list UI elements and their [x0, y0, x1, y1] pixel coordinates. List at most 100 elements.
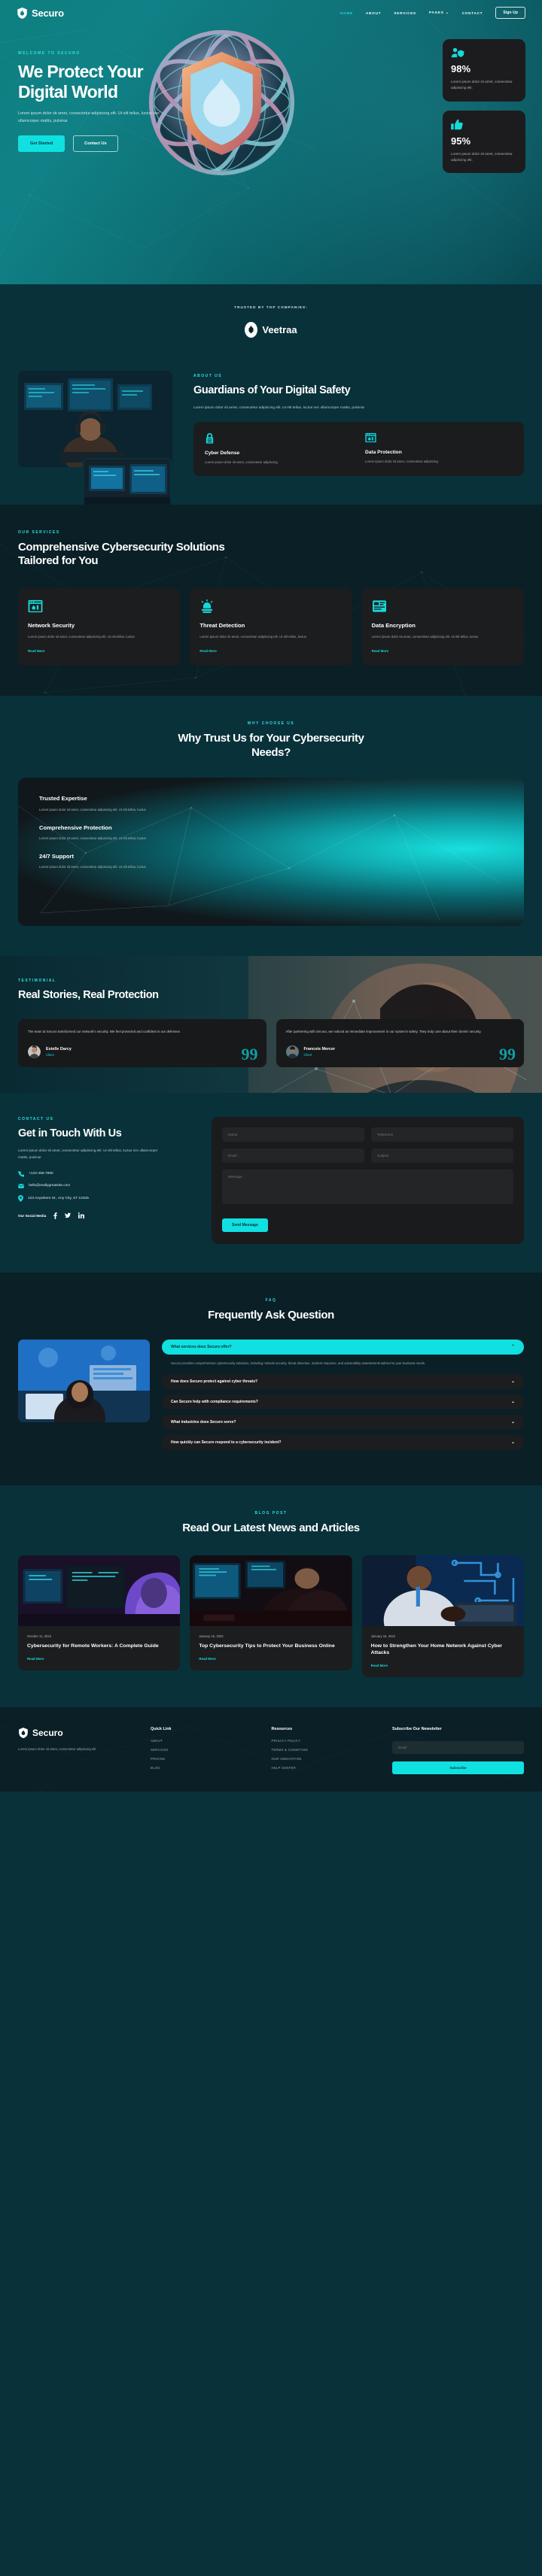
- read-more-link[interactable]: Read More: [372, 649, 514, 653]
- faq-question[interactable]: How quickly can Securo respond to a cybe…: [162, 1435, 524, 1451]
- service-card[interactable]: Network Security Lorem ipsum dolor sit a…: [18, 588, 181, 666]
- partner-name: Veetraa: [262, 324, 297, 335]
- subject-input[interactable]: [371, 1148, 513, 1163]
- faq-question-text: How does Securo protect against cyber th…: [171, 1379, 258, 1385]
- why-feature-text: Lorem ipsum dolor sit amet, consectetur …: [39, 807, 146, 812]
- signup-button[interactable]: Sign Up: [495, 7, 525, 19]
- contact-address-row: 123 Anywhere St., Any City, ST 12345: [18, 1194, 195, 1202]
- blog-date: January 16, 2022: [370, 1634, 396, 1639]
- contact-email-row[interactable]: hello@reallygreatsite.com: [18, 1183, 195, 1189]
- telephone-input[interactable]: [371, 1127, 513, 1142]
- why-choose-us-section: WHY CHOOSE US Why Trust Us for Your Cybe…: [0, 695, 542, 957]
- read-more-link[interactable]: Read More: [199, 1657, 343, 1661]
- service-card[interactable]: Data Encryption Lorem ipsum dolor sit am…: [361, 588, 524, 666]
- faq-item: How does Securo protect against cyber th…: [162, 1374, 524, 1390]
- newsletter-email-input[interactable]: [392, 1741, 524, 1755]
- service-card[interactable]: Threat Detection Lorem ipsum dolor sit a…: [190, 588, 352, 666]
- nav-link-services[interactable]: SERVICES: [394, 11, 416, 15]
- footer-link-services[interactable]: SERVICES: [151, 1748, 260, 1752]
- blog-date: October 11, 2024: [27, 1634, 52, 1639]
- testimonials-eyebrow: TESTIMONIAL: [18, 979, 56, 984]
- blog-eyebrow: BLOG POST: [254, 1511, 288, 1516]
- contact-title: Get in Touch With Us: [18, 1127, 122, 1139]
- hero-paragraph: Lorem ipsum dolor sit amet, consectetur …: [18, 111, 160, 124]
- faq-question[interactable]: What industries does Securo serve? ⌄: [162, 1415, 524, 1431]
- subscribe-button[interactable]: Subscribe: [392, 1761, 524, 1775]
- about-content: ABOUT US Guardians of Your Digital Safet…: [193, 371, 524, 476]
- testimonial-role: Client: [303, 1052, 312, 1057]
- nav-link-contact[interactable]: CONTACT: [462, 11, 483, 15]
- footer-link-about[interactable]: ABOUT: [151, 1739, 260, 1743]
- why-panel: Trusted Expertise Lorem ipsum dolor sit …: [18, 778, 524, 927]
- linkedin-icon[interactable]: [78, 1212, 85, 1219]
- footer-link-help-center[interactable]: HELP CENTER: [272, 1766, 381, 1770]
- avatar: [28, 1045, 41, 1058]
- about-feature-title: Cyber Defense: [205, 450, 240, 456]
- browser-shield-icon: [365, 432, 376, 442]
- read-more-link[interactable]: Read More: [371, 1664, 515, 1667]
- faq-question[interactable]: What services does Securo offer? ⌃: [162, 1339, 524, 1355]
- footer-link-privacy-policy[interactable]: PRIVACY POLICY: [272, 1739, 381, 1743]
- faq-list: What services does Securo offer? ⌃ Secur…: [162, 1339, 524, 1456]
- nav-link-about[interactable]: ABOUT: [366, 11, 381, 15]
- testimonial-quote: After partnering with Securo, we noticed…: [285, 1030, 482, 1034]
- faq-section: FAQ Frequently Ask Question What service…: [0, 1272, 542, 1486]
- trusted-by-section: TRUSTED BY TOP COMPANIES: Veetraa: [0, 284, 542, 354]
- email-input[interactable]: [222, 1148, 364, 1163]
- testimonials-grid: The team at Securo transformed our netwo…: [18, 1019, 524, 1067]
- message-textarea[interactable]: [222, 1169, 513, 1204]
- read-more-link[interactable]: Read More: [199, 649, 342, 653]
- footer-resources: Resources PRIVACY POLICY TERMS & CONDITI…: [272, 1727, 381, 1775]
- why-feature-title: 24/7 Support: [39, 852, 74, 860]
- testimonial-quote: The team at Securo transformed our netwo…: [28, 1030, 181, 1034]
- why-feature-item: Comprehensive Protection Lorem ipsum dol…: [39, 824, 214, 842]
- services-section: OUR SERVICES Comprehensive Cybersecurity…: [0, 504, 542, 696]
- contact-phone-row[interactable]: +123-456-7890: [18, 1170, 195, 1177]
- testimonial-name: Francois Mercer: [303, 1046, 336, 1051]
- user-shield-icon: [451, 47, 464, 58]
- blog-card[interactable]: January 16, 2022 How to Strengthen Your …: [361, 1555, 524, 1678]
- faq-question[interactable]: Can Securo help with compliance requirem…: [162, 1394, 524, 1410]
- get-started-button[interactable]: Get Started: [18, 135, 65, 153]
- blog-card[interactable]: October 11, 2024 Cybersecurity for Remot…: [18, 1555, 181, 1671]
- why-feature-title: Comprehensive Protection: [39, 824, 112, 831]
- footer-link-blog[interactable]: BLOG: [151, 1766, 260, 1770]
- twitter-icon[interactable]: [65, 1212, 72, 1218]
- faq-header: FAQ Frequently Ask Question: [18, 1298, 524, 1321]
- quote-icon: 99: [499, 1044, 516, 1063]
- testimonial-person: Estelle Darcy Client: [28, 1045, 257, 1058]
- faq-question[interactable]: How does Securo protect against cyber th…: [162, 1374, 524, 1390]
- blog-date: January 16, 2022: [199, 1634, 224, 1639]
- read-more-link[interactable]: Read More: [27, 1657, 171, 1661]
- footer-newsletter: Subscribe Our Newsletter Subscribe: [392, 1727, 524, 1775]
- why-eyebrow: WHY CHOOSE US: [247, 721, 295, 726]
- footer-link-innovation[interactable]: OUR INNOVATION: [272, 1757, 381, 1761]
- about-feature-card: Data Protection Lorem ipsum dolor sit am…: [365, 432, 513, 466]
- hero-section: Securo HOME ABOUT SERVICES PAGES ⌄ CONTAC…: [0, 0, 542, 284]
- footer-content: Securo Lorem ipsum dolor sit amet, conse…: [18, 1727, 524, 1775]
- name-input[interactable]: [222, 1127, 364, 1142]
- blog-grid: October 11, 2024 Cybersecurity for Remot…: [18, 1555, 524, 1678]
- service-title: Threat Detection: [199, 622, 245, 630]
- brand-logo[interactable]: Securo: [17, 7, 64, 20]
- facebook-icon[interactable]: [53, 1212, 58, 1219]
- shield-flame-icon: [19, 1728, 28, 1739]
- veetraa-badge-icon: [245, 322, 258, 338]
- contact-us-button[interactable]: Contact Us: [73, 135, 118, 153]
- service-text: Lorem ipsum dolor sit amet, consectetur …: [371, 635, 479, 639]
- stat-value: 98%: [451, 63, 471, 74]
- blog-card[interactable]: January 16, 2022 Top Cybersecurity Tips …: [190, 1555, 352, 1671]
- footer-link-pricing[interactable]: PRICING: [151, 1757, 260, 1761]
- nav-link-pages[interactable]: PAGES ⌄: [429, 11, 449, 15]
- faq-item: Can Securo help with compliance requirem…: [162, 1394, 524, 1410]
- send-message-button[interactable]: Send Message: [222, 1218, 268, 1232]
- contact-eyebrow: CONTACT US: [18, 1116, 54, 1121]
- services-grid: Network Security Lorem ipsum dolor sit a…: [18, 588, 524, 666]
- hero-content: WELCOME TO SECURO We Protect Your Digita…: [0, 26, 248, 153]
- footer-logo[interactable]: Securo: [18, 1727, 139, 1739]
- nav-link-home[interactable]: HOME: [340, 11, 353, 15]
- faq-question-text: What industries does Securo serve?: [171, 1420, 236, 1425]
- footer-link-terms[interactable]: TERMS & CONDITION: [272, 1748, 381, 1752]
- about-secondary-photo: [83, 458, 172, 509]
- read-more-link[interactable]: Read More: [28, 649, 170, 653]
